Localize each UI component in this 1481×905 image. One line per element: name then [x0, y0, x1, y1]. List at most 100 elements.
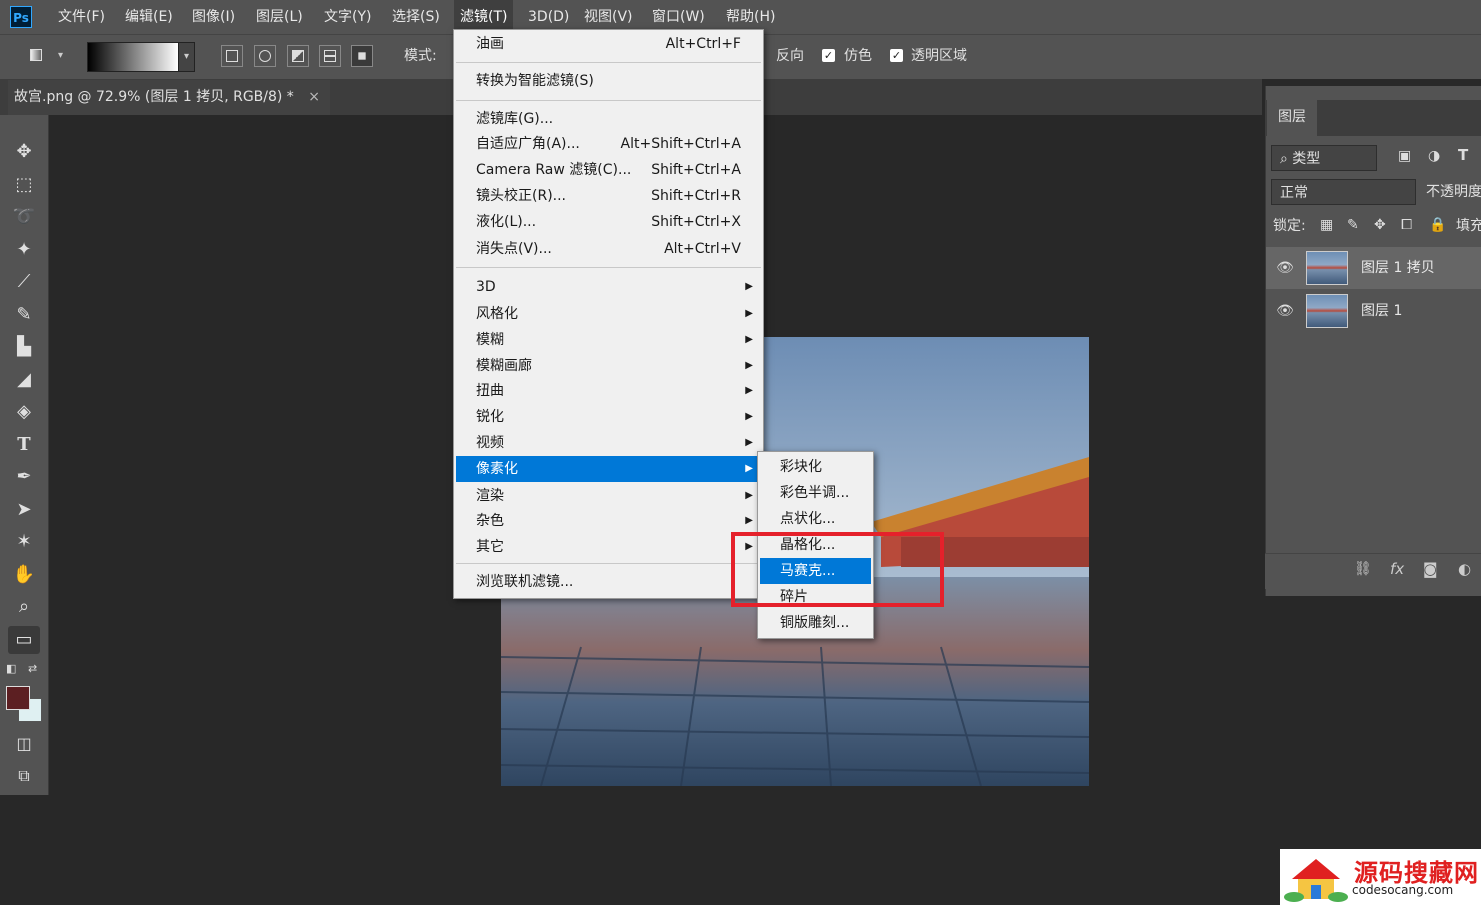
menu-layer[interactable]: 图层(L): [256, 0, 303, 34]
filter-menu-item[interactable]: 渲染 ▶: [456, 483, 761, 509]
angle-gradient-icon[interactable]: [287, 45, 309, 67]
path-selection-tool-icon[interactable]: ➤: [8, 496, 40, 524]
filter-menu-item[interactable]: 视频 ▶: [456, 430, 761, 456]
watermark: 源码搜藏网 codesocang.com: [1280, 849, 1481, 905]
submenu-item[interactable]: 铜版雕刻...: [760, 610, 871, 636]
menu-edit[interactable]: 编辑(E): [125, 0, 173, 34]
add-mask-icon[interactable]: ◙: [1423, 560, 1438, 578]
layer-row[interactable]: 👁 图层 1 拷贝: [1266, 247, 1481, 289]
move-tool-icon[interactable]: ✥: [8, 138, 40, 166]
filter-menu-item[interactable]: 模糊画廊 ▶: [456, 353, 761, 379]
layers-tab[interactable]: 图层: [1267, 100, 1317, 138]
lock-pixels-icon[interactable]: ✎: [1347, 217, 1359, 233]
filter-menu-item[interactable]: 浏览联机滤镜...: [456, 569, 761, 595]
lock-transparent-icon[interactable]: ▦: [1320, 217, 1333, 233]
paint-bucket-tool-icon[interactable]: ◈: [8, 398, 40, 426]
transparency-checkbox[interactable]: ✓: [890, 49, 903, 62]
quick-mask-icon[interactable]: ◫: [8, 730, 40, 758]
linear-gradient-icon[interactable]: [221, 45, 243, 67]
annotation-highlight-box: [731, 532, 944, 607]
brush-tool-icon[interactable]: ✎: [8, 301, 40, 329]
layer-row[interactable]: 👁 图层 1: [1266, 290, 1481, 332]
filter-menu-item[interactable]: 模糊 ▶: [456, 327, 761, 353]
filter-menu-item[interactable]: 扭曲 ▶: [456, 378, 761, 404]
layer-name: 图层 1: [1361, 303, 1403, 319]
opacity-label: 不透明度: [1426, 184, 1481, 200]
fx-icon[interactable]: fx: [1390, 560, 1404, 578]
filter-menu-item-pixelate[interactable]: 像素化 ▶: [456, 456, 761, 482]
lock-artboard-icon[interactable]: ⧠: [1401, 217, 1412, 233]
dither-checkbox[interactable]: ✓: [822, 49, 835, 62]
gradient-tool-preset-icon[interactable]: [26, 45, 48, 67]
visibility-eye-icon[interactable]: 👁: [1276, 259, 1294, 277]
menu-image[interactable]: 图像(I): [192, 0, 235, 34]
new-adjustment-layer-icon[interactable]: ◐: [1458, 560, 1471, 578]
filter-menu-item[interactable]: 转换为智能滤镜(S): [456, 68, 761, 94]
stamp-tool-icon[interactable]: ▙: [8, 333, 40, 361]
filter-menu: 油画 Alt+Ctrl+F 转换为智能滤镜(S) 滤镜库(G)... 自适应广角(…: [453, 29, 764, 599]
visibility-eye-icon[interactable]: 👁: [1276, 302, 1294, 320]
layer-name: 图层 1 拷贝: [1361, 260, 1435, 276]
photoshop-logo-icon: Ps: [10, 6, 32, 28]
menu-select[interactable]: 选择(S): [392, 0, 440, 34]
zoom-tool-icon[interactable]: ⌕: [8, 593, 40, 621]
hand-tool-icon[interactable]: ✋: [8, 561, 40, 589]
reflected-gradient-icon[interactable]: [319, 45, 341, 67]
filter-menu-item[interactable]: 杂色 ▶: [456, 508, 761, 534]
filter-menu-item[interactable]: 3D ▶: [456, 274, 761, 300]
filter-menu-item[interactable]: 镜头校正(R)... Shift+Ctrl+R: [456, 183, 761, 209]
type-tool-icon[interactable]: T: [8, 431, 40, 459]
transparency-label: 透明区域: [911, 48, 967, 64]
mode-label: 模式:: [404, 48, 437, 64]
marquee-tool-icon[interactable]: ⬚: [8, 171, 40, 199]
close-icon[interactable]: ×: [308, 89, 320, 105]
filter-menu-item[interactable]: 消失点(V)... Alt+Ctrl+V: [456, 236, 761, 262]
filter-menu-item[interactable]: 自适应广角(A)... Alt+Shift+Ctrl+A: [456, 131, 761, 157]
custom-shape-tool-icon[interactable]: ✶: [8, 528, 40, 556]
filter-menu-item[interactable]: 油画 Alt+Ctrl+F: [456, 31, 761, 57]
lasso-tool-icon[interactable]: ➰: [8, 203, 40, 231]
foreground-color-swatch[interactable]: [6, 686, 30, 710]
filter-menu-item[interactable]: Camera Raw 滤镜(C)... Shift+Ctrl+A: [456, 157, 761, 183]
lock-position-icon[interactable]: ✥: [1374, 217, 1386, 233]
eyedropper-tool-icon[interactable]: ⟋: [8, 268, 40, 296]
lock-all-icon[interactable]: 🔒: [1429, 217, 1446, 233]
diamond-gradient-icon[interactable]: [351, 45, 373, 67]
menu-file[interactable]: 文件(F): [58, 0, 105, 34]
type-layer-filter-icon[interactable]: T: [1458, 146, 1468, 164]
gradient-tool-icon[interactable]: ▭: [8, 626, 40, 654]
gradient-preview[interactable]: [87, 42, 179, 72]
preset-dropdown-icon[interactable]: ▾: [58, 45, 63, 67]
blend-mode-select[interactable]: 正常: [1271, 179, 1416, 205]
layer-thumbnail: [1306, 294, 1348, 328]
layers-footer: [1265, 553, 1481, 589]
default-colors-icon[interactable]: ◧: [6, 662, 16, 675]
submenu-item[interactable]: 点状化...: [760, 506, 871, 532]
filter-menu-item[interactable]: 滤镜库(G)...: [456, 106, 761, 132]
submenu-item[interactable]: 彩块化: [760, 454, 871, 480]
pen-tool-icon[interactable]: ✒: [8, 463, 40, 491]
filter-menu-item[interactable]: 锐化 ▶: [456, 404, 761, 430]
filter-menu-item[interactable]: 风格化 ▶: [456, 301, 761, 327]
adjustment-layer-filter-icon[interactable]: ◑: [1428, 148, 1440, 164]
link-layers-icon[interactable]: ⛓: [1354, 561, 1372, 577]
submenu-item[interactable]: 彩色半调...: [760, 480, 871, 506]
watermark-house-logo-icon: [1284, 859, 1348, 902]
screen-mode-icon[interactable]: ⧉: [8, 762, 40, 790]
eraser-tool-icon[interactable]: ◢: [8, 366, 40, 394]
document-tab-title: 故宫.png @ 72.9% (图层 1 拷贝, RGB/8) *: [14, 89, 294, 105]
dither-label: 仿色: [844, 48, 872, 64]
pixel-layer-filter-icon[interactable]: ▣: [1398, 148, 1411, 164]
document-tab[interactable]: 故宫.png @ 72.9% (图层 1 拷贝, RGB/8) * ×: [8, 80, 330, 115]
radial-gradient-icon[interactable]: [254, 45, 276, 67]
menu-type[interactable]: 文字(Y): [324, 0, 371, 34]
layer-filter-value: 类型: [1292, 151, 1321, 167]
magic-wand-tool-icon[interactable]: ✦: [8, 236, 40, 264]
swap-colors-icon[interactable]: ⇄: [28, 662, 37, 675]
lock-label: 锁定:: [1273, 218, 1306, 234]
filter-menu-item[interactable]: 液化(L)... Shift+Ctrl+X: [456, 209, 761, 235]
layer-filter-select[interactable]: ⌕ 类型: [1271, 145, 1377, 171]
watermark-subtitle: codesocang.com: [1352, 883, 1454, 897]
gradient-dropdown-icon[interactable]: ▾: [178, 42, 195, 72]
filter-menu-item[interactable]: 其它 ▶: [456, 534, 761, 560]
